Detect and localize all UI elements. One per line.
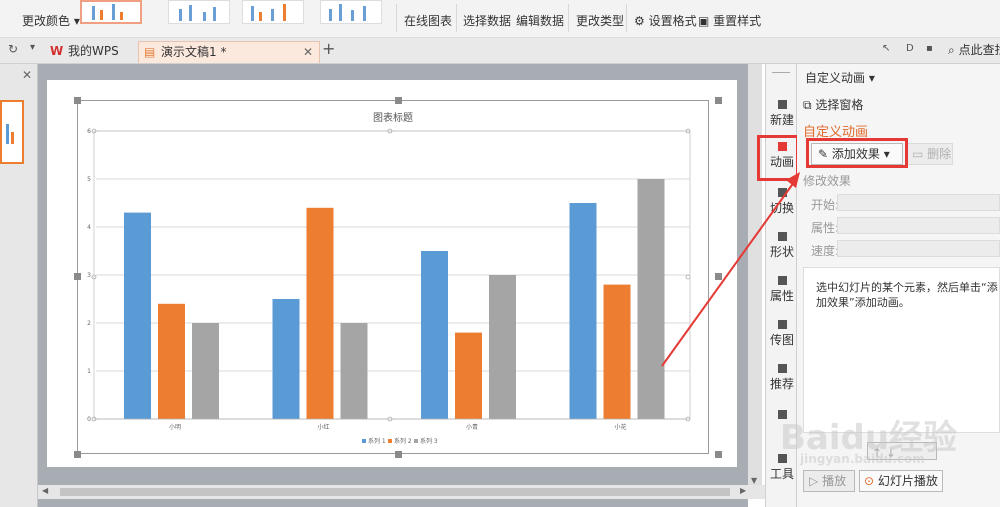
- annotation-arrow: [661, 177, 798, 367]
- arrow-head: [786, 172, 800, 188]
- baidu-watermark-url: jingyan.baidu.com: [800, 452, 925, 466]
